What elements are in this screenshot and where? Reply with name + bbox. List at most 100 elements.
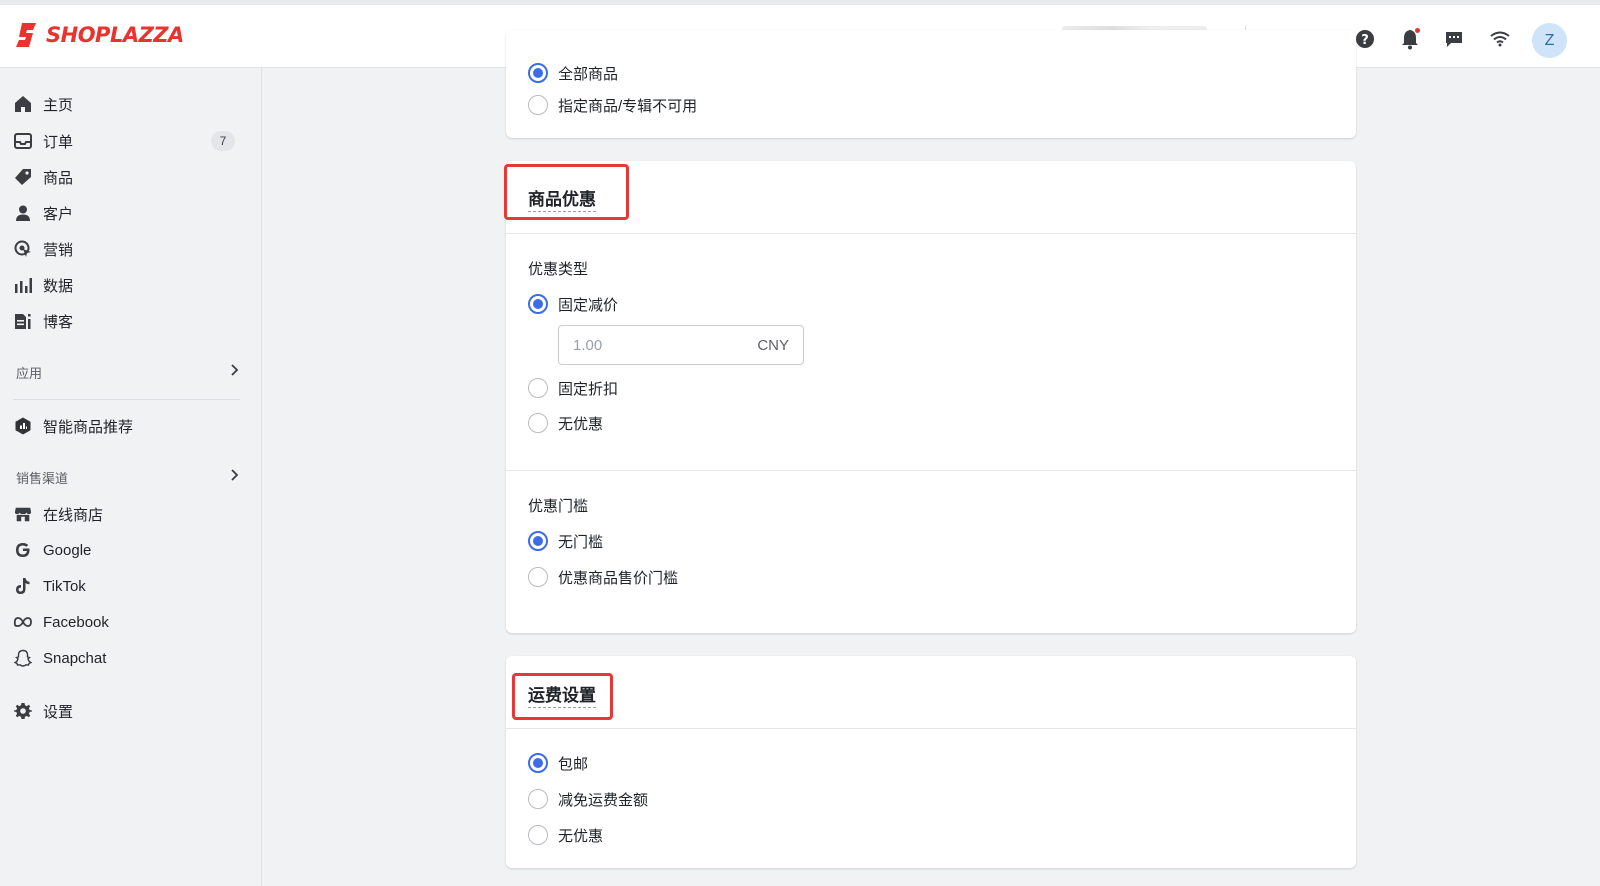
card-divider	[506, 728, 1356, 729]
radio-all-products[interactable]	[528, 63, 548, 83]
sidebar-item-label: Snapchat	[43, 649, 107, 667]
amount-placeholder: 1.00	[573, 336, 603, 354]
option-label: 优惠商品售价门槛	[558, 569, 679, 587]
tag-icon	[13, 167, 33, 187]
radio-fixed-percent[interactable]	[528, 378, 548, 398]
radio-free-shipping[interactable]	[528, 753, 548, 773]
radio-fixed-amount[interactable]	[528, 294, 548, 314]
sales-channels-section-header[interactable]: 销售渠道	[16, 466, 240, 488]
shoplazza-logo[interactable]: SHOPLAZZA	[16, 21, 184, 49]
sidebar-item-analytics[interactable]: 数据	[13, 270, 245, 300]
marketing-icon	[13, 239, 33, 259]
option-label: 包邮	[558, 755, 589, 773]
card-divider	[506, 233, 1356, 234]
apps-section-label: 应用	[16, 365, 43, 381]
option-shipping-reduction[interactable]: 减免运费金额	[528, 788, 648, 810]
discount-type-label: 优惠类型	[528, 261, 589, 278]
smart-recommend-icon	[13, 416, 33, 436]
sidebar-item-label: 设置	[43, 703, 74, 721]
option-fixed-amount[interactable]: 固定减价	[528, 293, 618, 315]
meta-icon	[13, 612, 33, 632]
sidebar-item-label: 智能商品推荐	[43, 418, 134, 436]
option-label: 固定减价	[558, 296, 619, 314]
sidebar: 主页 订单 7 商品 客户 营销 数据 博客 应用 智能商品推荐 销售渠道 在线…	[0, 68, 262, 886]
sidebar-item-label: TikTok	[43, 577, 86, 595]
sidebar-item-products[interactable]: 商品	[13, 162, 245, 192]
radio-price-threshold[interactable]	[528, 567, 548, 587]
sidebar-item-snapchat[interactable]: Snapchat	[13, 643, 245, 673]
option-label: 固定折扣	[558, 380, 619, 398]
wifi-icon[interactable]	[1488, 27, 1512, 51]
radio-no-shipping-discount[interactable]	[528, 825, 548, 845]
radio-no-discount[interactable]	[528, 413, 548, 433]
sidebar-item-label: Google	[43, 541, 92, 559]
sidebar-item-label: 数据	[43, 277, 74, 295]
option-label: 无优惠	[558, 827, 604, 845]
orders-count-badge: 7	[211, 131, 235, 151]
home-icon	[13, 94, 33, 114]
option-label: 无门槛	[558, 533, 604, 551]
option-no-shipping-discount[interactable]: 无优惠	[528, 824, 603, 846]
sidebar-item-label: 在线商店	[43, 506, 104, 524]
storefront-icon	[13, 504, 33, 524]
sales-channels-section-label: 销售渠道	[16, 470, 69, 486]
sidebar-item-marketing[interactable]: 营销	[13, 234, 245, 264]
person-icon	[13, 203, 33, 223]
sidebar-item-home[interactable]: 主页	[13, 89, 245, 119]
sidebar-item-label: Facebook	[43, 613, 109, 631]
tiktok-icon	[13, 576, 33, 596]
sidebar-item-label: 订单	[43, 133, 74, 151]
apps-section-header[interactable]: 应用	[16, 361, 240, 383]
highlight-box	[504, 164, 629, 220]
radio-shipping-reduction[interactable]	[528, 789, 548, 809]
sidebar-item-google[interactable]: Google	[13, 535, 245, 565]
sidebar-item-label: 客户	[43, 205, 74, 223]
option-all-products[interactable]: 全部商品	[528, 62, 618, 84]
product-discount-card: 商品优惠 优惠类型 固定减价 1.00 CNY 固定折扣 无优惠 优惠门槛 无门…	[504, 161, 1356, 633]
snapchat-icon	[13, 648, 33, 668]
option-label: 无优惠	[558, 415, 604, 433]
sidebar-item-settings[interactable]: 设置	[13, 696, 245, 726]
discount-amount-input[interactable]: 1.00 CNY	[558, 325, 804, 365]
option-label: 指定商品/专辑不可用	[558, 97, 698, 115]
sidebar-item-label: 博客	[43, 313, 74, 331]
user-avatar[interactable]: Z	[1532, 23, 1567, 58]
applies-to-card: 全部商品 指定商品/专辑不可用	[506, 30, 1356, 138]
chevron-right-icon	[230, 468, 240, 486]
sidebar-item-blog[interactable]: 博客	[13, 306, 245, 336]
option-free-shipping[interactable]: 包邮	[528, 752, 588, 774]
option-fixed-percent[interactable]: 固定折扣	[528, 377, 618, 399]
chevron-right-icon	[230, 363, 240, 381]
option-price-threshold[interactable]: 优惠商品售价门槛	[528, 566, 678, 588]
help-icon[interactable]: ?	[1353, 27, 1377, 51]
threshold-label: 优惠门槛	[528, 498, 589, 515]
chat-icon[interactable]	[1442, 27, 1466, 51]
radio-no-threshold[interactable]	[528, 531, 548, 551]
option-no-threshold[interactable]: 无门槛	[528, 530, 603, 552]
option-excluded-products[interactable]: 指定商品/专辑不可用	[528, 94, 697, 116]
sidebar-divider	[13, 399, 240, 400]
sidebar-item-smart-recommend[interactable]: 智能商品推荐	[13, 411, 245, 441]
gear-icon	[13, 701, 33, 721]
card-divider	[506, 470, 1356, 471]
sidebar-item-label: 商品	[43, 169, 74, 187]
sidebar-item-label: 营销	[43, 241, 74, 259]
shipping-settings-card: 运费设置 包邮 减免运费金额 无优惠	[506, 656, 1356, 868]
sidebar-item-tiktok[interactable]: TikTok	[13, 571, 245, 601]
option-no-discount[interactable]: 无优惠	[528, 412, 603, 434]
google-icon	[13, 540, 33, 560]
sidebar-item-label: 主页	[43, 96, 74, 114]
sidebar-item-customers[interactable]: 客户	[13, 198, 245, 228]
svg-text:?: ?	[1361, 33, 1369, 48]
radio-excluded-products[interactable]	[528, 95, 548, 115]
bell-icon[interactable]	[1398, 27, 1422, 51]
currency-suffix: CNY	[757, 336, 789, 354]
notification-dot	[1415, 28, 1420, 33]
shoplazza-logo-icon	[16, 21, 40, 49]
sidebar-item-online-store[interactable]: 在线商店	[13, 499, 245, 529]
sidebar-item-orders[interactable]: 订单 7	[13, 126, 245, 156]
highlight-box	[512, 673, 613, 720]
sidebar-item-facebook[interactable]: Facebook	[13, 607, 245, 637]
brand-name: SHOPLAZZA	[46, 23, 184, 47]
option-label: 减免运费金额	[558, 791, 649, 809]
